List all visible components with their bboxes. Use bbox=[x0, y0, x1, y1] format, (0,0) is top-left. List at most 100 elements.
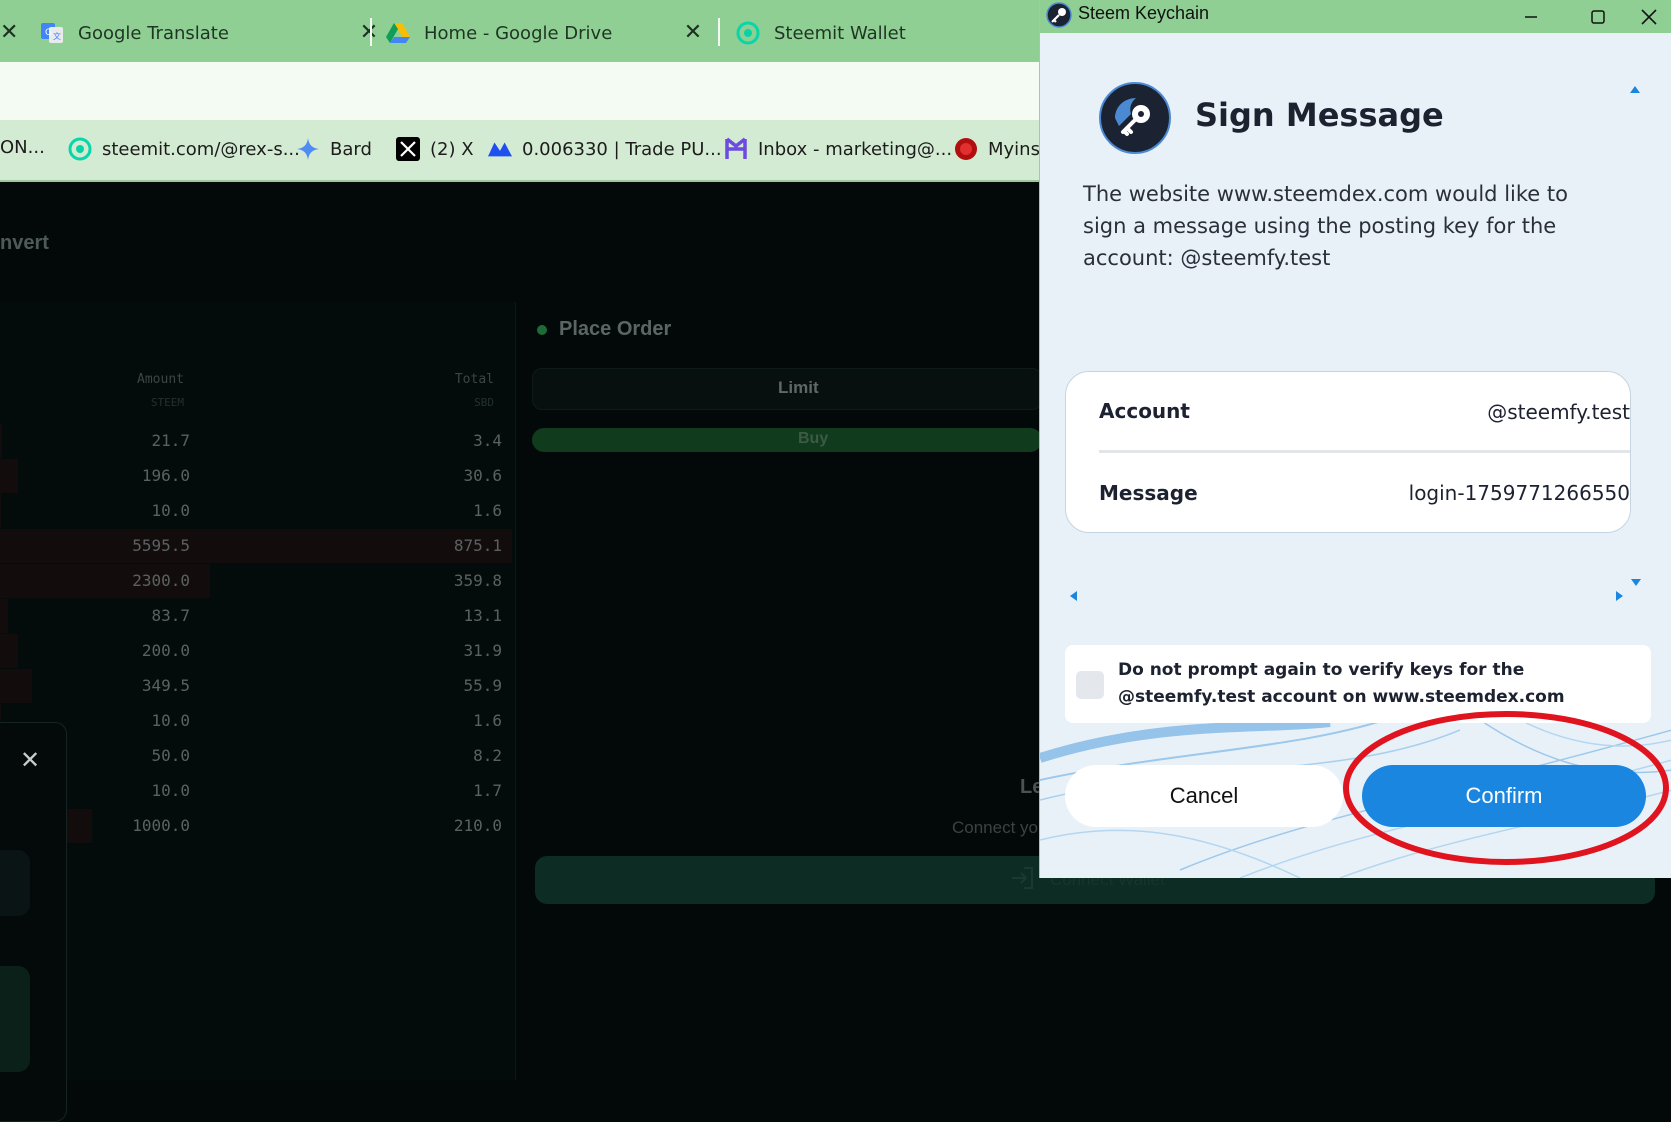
depth-bar bbox=[0, 494, 1, 528]
row-amount: 1000.0 bbox=[132, 816, 190, 835]
row-total: 1.7 bbox=[473, 781, 502, 800]
bookmark-item-inbox[interactable]: Inbox - marketing@... bbox=[724, 137, 952, 161]
depth-bar bbox=[0, 599, 8, 633]
x-icon bbox=[396, 137, 420, 161]
tab-title: Steemit Wallet bbox=[774, 22, 906, 44]
buy-toggle[interactable] bbox=[532, 428, 1042, 452]
row-amount: 10.0 bbox=[151, 781, 190, 800]
keychain-app-icon bbox=[1046, 2, 1072, 28]
depth-bar bbox=[0, 669, 32, 703]
tab-close-icon[interactable]: ✕ bbox=[0, 20, 18, 45]
trade-icon bbox=[488, 137, 512, 161]
tab-title: Home - Google Drive bbox=[424, 22, 613, 44]
row-total: 13.1 bbox=[463, 606, 502, 625]
orderbook-row[interactable]: 5595.5 875.1 bbox=[0, 529, 512, 563]
message-value: login-1759771266550 bbox=[1408, 481, 1630, 505]
buy-toggle-label: Buy bbox=[798, 430, 829, 447]
message-label: Message bbox=[1099, 481, 1198, 505]
google-drive-icon bbox=[386, 21, 410, 45]
bookmark-label: Bard bbox=[330, 138, 372, 160]
orderbook-row[interactable]: 2300.0 359.8 bbox=[0, 564, 512, 598]
bookmark-item-trade[interactable]: 0.006330 | Trade PU... bbox=[488, 137, 722, 161]
depth-bar bbox=[0, 424, 2, 458]
bookmark-item-x[interactable]: (2) X bbox=[396, 137, 474, 161]
bookmark-label: steemit.com/@rex-s... bbox=[102, 138, 300, 160]
orderbook-row[interactable]: 200.0 31.9 bbox=[0, 634, 512, 668]
browser-tab-strip: ✕ G文 Google Translate ✕ Home - Google Dr… bbox=[0, 0, 1040, 62]
status-dot bbox=[537, 325, 547, 335]
account-label: Account bbox=[1099, 399, 1190, 423]
orderbook-row[interactable]: 10.0 1.7 bbox=[0, 774, 512, 808]
bookmark-item-steemit[interactable]: steemit.com/@rex-s... bbox=[68, 137, 300, 161]
tab-title: Google Translate bbox=[78, 22, 229, 44]
orderbook-row[interactable]: 10.0 1.6 bbox=[0, 494, 512, 528]
address-bar[interactable] bbox=[0, 62, 1040, 120]
scroll-down-icon[interactable] bbox=[1631, 579, 1641, 586]
svg-text:G: G bbox=[45, 28, 52, 38]
amount-unit: STEEM bbox=[150, 396, 184, 409]
highlight-annotation bbox=[1343, 711, 1669, 865]
red-circle-icon bbox=[954, 137, 978, 161]
tab-close-icon[interactable]: ✕ bbox=[356, 20, 382, 46]
drawer-button[interactable] bbox=[0, 966, 30, 1072]
convert-tab[interactable]: nvert bbox=[0, 232, 49, 255]
sign-message-heading: Sign Message bbox=[1195, 96, 1444, 134]
tab-google-translate[interactable]: G文 Google Translate ✕ bbox=[40, 6, 382, 60]
amount-header: Amount bbox=[137, 372, 184, 387]
scroll-right-icon[interactable] bbox=[1616, 591, 1623, 601]
row-amount: 349.5 bbox=[141, 676, 190, 695]
orderbook-row[interactable]: 349.5 55.9 bbox=[0, 669, 512, 703]
tab-close-icon[interactable]: ✕ bbox=[680, 20, 706, 46]
account-value: @steemfy.test bbox=[1487, 400, 1630, 424]
close-icon[interactable]: ✕ bbox=[20, 746, 40, 774]
scroll-up-icon[interactable] bbox=[1630, 86, 1640, 93]
tab-steemit-wallet[interactable]: Steemit Wallet bbox=[736, 6, 1036, 60]
cancel-button[interactable]: Cancel bbox=[1065, 765, 1343, 827]
keychain-titlebar: Steem Keychain bbox=[1040, 0, 1671, 33]
tab-google-drive[interactable]: Home - Google Drive ✕ bbox=[386, 6, 706, 60]
bookmarks-bar: ON... steemit.com/@rex-s... Bard (2) X 0… bbox=[0, 120, 1047, 182]
row-amount: 196.0 bbox=[141, 466, 190, 485]
maximize-button[interactable] bbox=[1575, 0, 1621, 33]
orderbook-row[interactable]: 21.7 3.4 bbox=[0, 424, 512, 458]
orderbook-row[interactable]: 83.7 13.1 bbox=[0, 599, 512, 633]
depth-bar bbox=[0, 459, 18, 493]
place-order-title: Place Order bbox=[559, 318, 672, 340]
bookmark-item[interactable]: ON... bbox=[0, 137, 45, 158]
orderbook-row[interactable]: 196.0 30.6 bbox=[0, 459, 512, 493]
tab-separator bbox=[370, 18, 372, 46]
steemit-icon bbox=[736, 21, 760, 45]
scroll-left-icon[interactable] bbox=[1070, 591, 1077, 601]
close-window-button[interactable] bbox=[1626, 0, 1671, 33]
row-total: 30.6 bbox=[463, 466, 502, 485]
remember-keys-checkbox[interactable] bbox=[1076, 671, 1104, 699]
orderbook-row[interactable]: 1000.0 210.0 bbox=[0, 809, 512, 843]
keychain-logo bbox=[1099, 82, 1171, 154]
drawer-field[interactable] bbox=[0, 850, 30, 916]
orderbook-row[interactable]: 10.0 1.6 bbox=[0, 704, 512, 738]
connect-hint: Connect yo bbox=[952, 818, 1038, 837]
row-amount: 21.7 bbox=[151, 431, 190, 450]
row-amount: 2300.0 bbox=[132, 571, 190, 590]
tab-limit-label: Limit bbox=[778, 378, 819, 397]
google-translate-icon: G文 bbox=[40, 21, 64, 45]
remember-keys-label: Do not prompt again to verify keys for t… bbox=[1118, 660, 1565, 707]
svg-text:文: 文 bbox=[53, 31, 61, 41]
row-total: 3.4 bbox=[473, 431, 502, 450]
row-total: 55.9 bbox=[463, 676, 502, 695]
sign-message-description: The website www.steemdex.com would like … bbox=[1083, 182, 1568, 270]
row-amount: 10.0 bbox=[151, 501, 190, 520]
steemit-icon bbox=[68, 137, 92, 161]
bard-sparkle-icon bbox=[296, 137, 320, 161]
login-arrow-icon bbox=[1010, 866, 1036, 894]
row-total: 1.6 bbox=[473, 711, 502, 730]
bookmark-item-bard[interactable]: Bard bbox=[296, 137, 372, 161]
row-total: 875.1 bbox=[453, 536, 502, 555]
minimize-button[interactable] bbox=[1508, 0, 1554, 33]
row-total: 1.6 bbox=[473, 501, 502, 520]
row-amount: 5595.5 bbox=[132, 536, 190, 555]
orderbook-row[interactable]: 50.0 8.2 bbox=[0, 739, 512, 773]
depth-bar bbox=[0, 634, 18, 668]
card-divider bbox=[1099, 450, 1630, 453]
bookmark-item-myinst[interactable]: Myinst bbox=[954, 137, 1047, 161]
